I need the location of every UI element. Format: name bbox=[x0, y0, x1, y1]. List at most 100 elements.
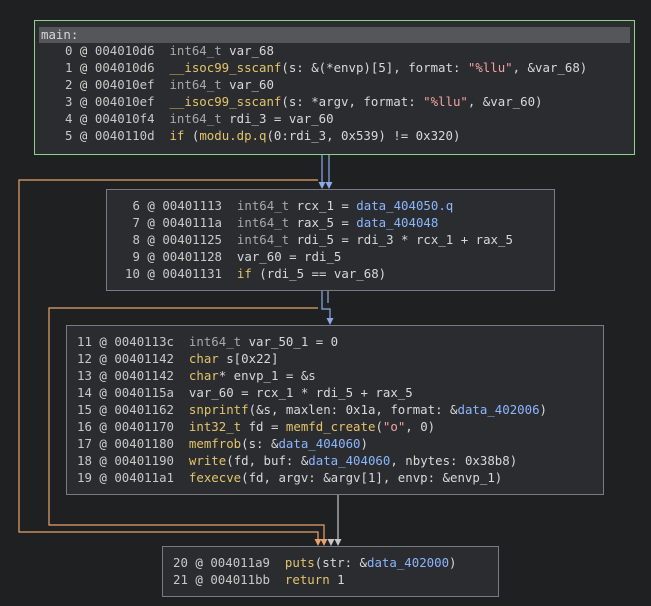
line-index: 9 bbox=[125, 249, 140, 264]
line-address[interactable]: 004010d6 bbox=[95, 60, 155, 75]
line-index: 13 bbox=[77, 368, 92, 383]
call-token[interactable]: fexecve bbox=[189, 470, 241, 485]
line-address[interactable]: 004010ef bbox=[95, 94, 155, 109]
code-line[interactable]: 18 @ 00401190 write(fd, buf: &data_40406… bbox=[77, 452, 517, 469]
code-line[interactable]: 20 @ 004011a9 puts(str: &data_402000) bbox=[173, 554, 457, 571]
code-token: "%llu" bbox=[423, 94, 468, 109]
data-ref-token[interactable]: data_402000 bbox=[367, 555, 449, 570]
data-ref-token[interactable]: data_404048 bbox=[356, 215, 438, 230]
code-line[interactable]: 2 @ 004010ef int64_t var_60 bbox=[65, 76, 274, 93]
data-ref-token[interactable]: data_404050.q bbox=[356, 198, 453, 213]
line-address[interactable]: 00401113 bbox=[162, 198, 222, 213]
code-token: int64_t bbox=[236, 215, 290, 230]
line-address[interactable]: 004010d6 bbox=[95, 43, 155, 58]
code-token: (0:rdi_3, 0x539) != 0x320) bbox=[266, 128, 461, 143]
line-address[interactable]: 0040113c bbox=[114, 334, 174, 349]
code-token: ) bbox=[449, 555, 457, 570]
line-index: 15 bbox=[77, 402, 92, 417]
call-token[interactable]: __isoc99_sscanf bbox=[169, 60, 281, 75]
data-ref-token[interactable]: data_402006 bbox=[457, 402, 539, 417]
code-token: int64_t bbox=[169, 111, 222, 126]
code-line[interactable]: 10 @ 00401131 if (rdi_5 == var_68) bbox=[125, 265, 386, 282]
code-line[interactable]: 4 @ 004010f4 int64_t rdi_3 = var_60 bbox=[65, 110, 334, 127]
code-token: , &var_60) bbox=[467, 94, 543, 109]
call-token[interactable]: write bbox=[189, 453, 226, 468]
line-address[interactable]: 00401162 bbox=[114, 402, 174, 417]
code-token: (&s, maxlen: 0x1a, format: & bbox=[248, 402, 458, 417]
arrowhead-icon bbox=[314, 539, 322, 546]
code-line[interactable]: 0 @ 004010d6 int64_t var_68 bbox=[65, 42, 274, 59]
code-token: rdi_3 = var_60 bbox=[221, 111, 334, 126]
line-address[interactable]: 004010ef bbox=[95, 77, 155, 92]
call-token[interactable]: __isoc99_sscanf bbox=[169, 94, 281, 109]
line-address[interactable]: 0040111a bbox=[162, 215, 222, 230]
basic-block-1[interactable]: 6 @ 00401113 int64_t rcx_1 = data_404050… bbox=[106, 189, 555, 291]
call-token[interactable]: puts bbox=[285, 555, 315, 570]
line-address[interactable]: 004011a1 bbox=[114, 470, 174, 485]
code-line[interactable]: 6 @ 00401113 int64_t rcx_1 = data_404050… bbox=[125, 197, 453, 214]
basic-block-3[interactable]: 20 @ 004011a9 puts(str: &data_402000) 21 … bbox=[162, 546, 499, 597]
call-token[interactable]: char bbox=[189, 351, 219, 366]
basic-block-2[interactable]: 11 @ 0040113c int64_t var_50_1 = 0 12 @ 0… bbox=[66, 325, 604, 495]
arrowhead-icon bbox=[334, 539, 342, 546]
line-address[interactable]: 00401180 bbox=[114, 436, 174, 451]
code-line[interactable]: 14 @ 0040115a var_60 = rcx_1 * rdi_5 + r… bbox=[77, 384, 413, 401]
data-ref-token[interactable]: data_404060 bbox=[308, 453, 390, 468]
line-address[interactable]: 004011bb bbox=[210, 572, 270, 587]
code-line[interactable]: 5 @ 0040110d if (modu.dp.q(0:rdi_3, 0x53… bbox=[65, 127, 460, 144]
code-token: if bbox=[236, 266, 252, 281]
edge-block1-to-block2 bbox=[321, 290, 331, 320]
code-line[interactable]: 3 @ 004010ef __isoc99_sscanf(s: *argv, f… bbox=[65, 93, 543, 110]
code-token: ) bbox=[360, 436, 368, 451]
arrowhead-icon bbox=[320, 539, 328, 546]
line-address[interactable]: 0040115a bbox=[114, 385, 174, 400]
code-token: ( bbox=[184, 128, 200, 143]
code-line[interactable]: 8 @ 00401125 int64_t rdi_5 = rdi_3 * rcx… bbox=[125, 231, 512, 248]
code-token: (s: & bbox=[241, 436, 279, 451]
data-ref-token[interactable]: data_404060 bbox=[278, 436, 360, 451]
line-address[interactable]: 00401125 bbox=[162, 232, 222, 247]
line-address[interactable]: 00401170 bbox=[114, 419, 174, 434]
call-token[interactable]: char bbox=[189, 368, 219, 383]
line-address[interactable]: 0040110d bbox=[95, 128, 155, 143]
code-token: int64_t bbox=[169, 43, 222, 58]
line-index: 14 bbox=[77, 385, 92, 400]
call-token[interactable]: modu.dp.q bbox=[199, 128, 266, 143]
code-line[interactable]: 12 @ 00401142 char s[0x22] bbox=[77, 350, 278, 367]
line-address[interactable]: 004011a9 bbox=[210, 555, 270, 570]
code-token: * envp_1 = &s bbox=[218, 368, 316, 383]
code-line[interactable]: 21 @ 004011bb return 1 bbox=[173, 571, 345, 588]
code-token: int64_t bbox=[236, 232, 290, 247]
line-index: 21 bbox=[173, 572, 188, 587]
code-line[interactable]: 17 @ 00401180 memfrob(s: &data_404060) bbox=[77, 435, 368, 452]
call-token[interactable]: memfrob bbox=[189, 436, 241, 451]
code-line[interactable]: 13 @ 00401142 char* envp_1 = &s bbox=[77, 367, 316, 384]
line-address[interactable]: 00401128 bbox=[162, 249, 222, 264]
arrowhead-icon bbox=[327, 539, 335, 546]
code-line[interactable]: 15 @ 00401162 snprintf(&s, maxlen: 0x1a,… bbox=[77, 401, 547, 418]
code-token: ( bbox=[375, 419, 383, 434]
call-token[interactable]: memfd_create bbox=[286, 419, 376, 434]
arrowhead-icon bbox=[326, 318, 334, 325]
code-token: (s: *argv, format: bbox=[281, 94, 424, 109]
code-line[interactable]: 9 @ 00401128 var_60 = rdi_5 bbox=[125, 248, 341, 265]
line-address[interactable]: 00401142 bbox=[114, 351, 174, 366]
line-address[interactable]: 00401142 bbox=[114, 368, 174, 383]
code-line[interactable]: 1 @ 004010d6 __isoc99_sscanf(s: &(*envp)… bbox=[65, 59, 587, 76]
line-address[interactable]: 004010f4 bbox=[95, 111, 155, 126]
code-line[interactable]: 19 @ 004011a1 fexecve(fd, argv: &argv[1]… bbox=[77, 469, 502, 486]
code-token: rax_5 = bbox=[289, 215, 357, 230]
call-token[interactable]: snprintf bbox=[189, 402, 249, 417]
code-line[interactable]: 16 @ 00401170 int32_t fd = memfd_create(… bbox=[77, 418, 435, 435]
code-token: "%llu" bbox=[467, 60, 513, 75]
code-line[interactable]: 11 @ 0040113c int64_t var_50_1 = 0 bbox=[77, 333, 338, 350]
basic-block-main[interactable]: main: 0 @ 004010d6 int64_t var_68 1 @ 004… bbox=[34, 20, 635, 155]
line-index: 7 bbox=[125, 215, 140, 230]
line-address[interactable]: 00401131 bbox=[162, 266, 222, 281]
code-token: fd = bbox=[241, 419, 286, 434]
call-token[interactable]: int32_t bbox=[189, 419, 241, 434]
line-index: 20 bbox=[173, 555, 188, 570]
line-index: 10 bbox=[125, 266, 140, 281]
code-line[interactable]: 7 @ 0040111a int64_t rax_5 = data_404048 bbox=[125, 214, 438, 231]
line-address[interactable]: 00401190 bbox=[114, 453, 174, 468]
